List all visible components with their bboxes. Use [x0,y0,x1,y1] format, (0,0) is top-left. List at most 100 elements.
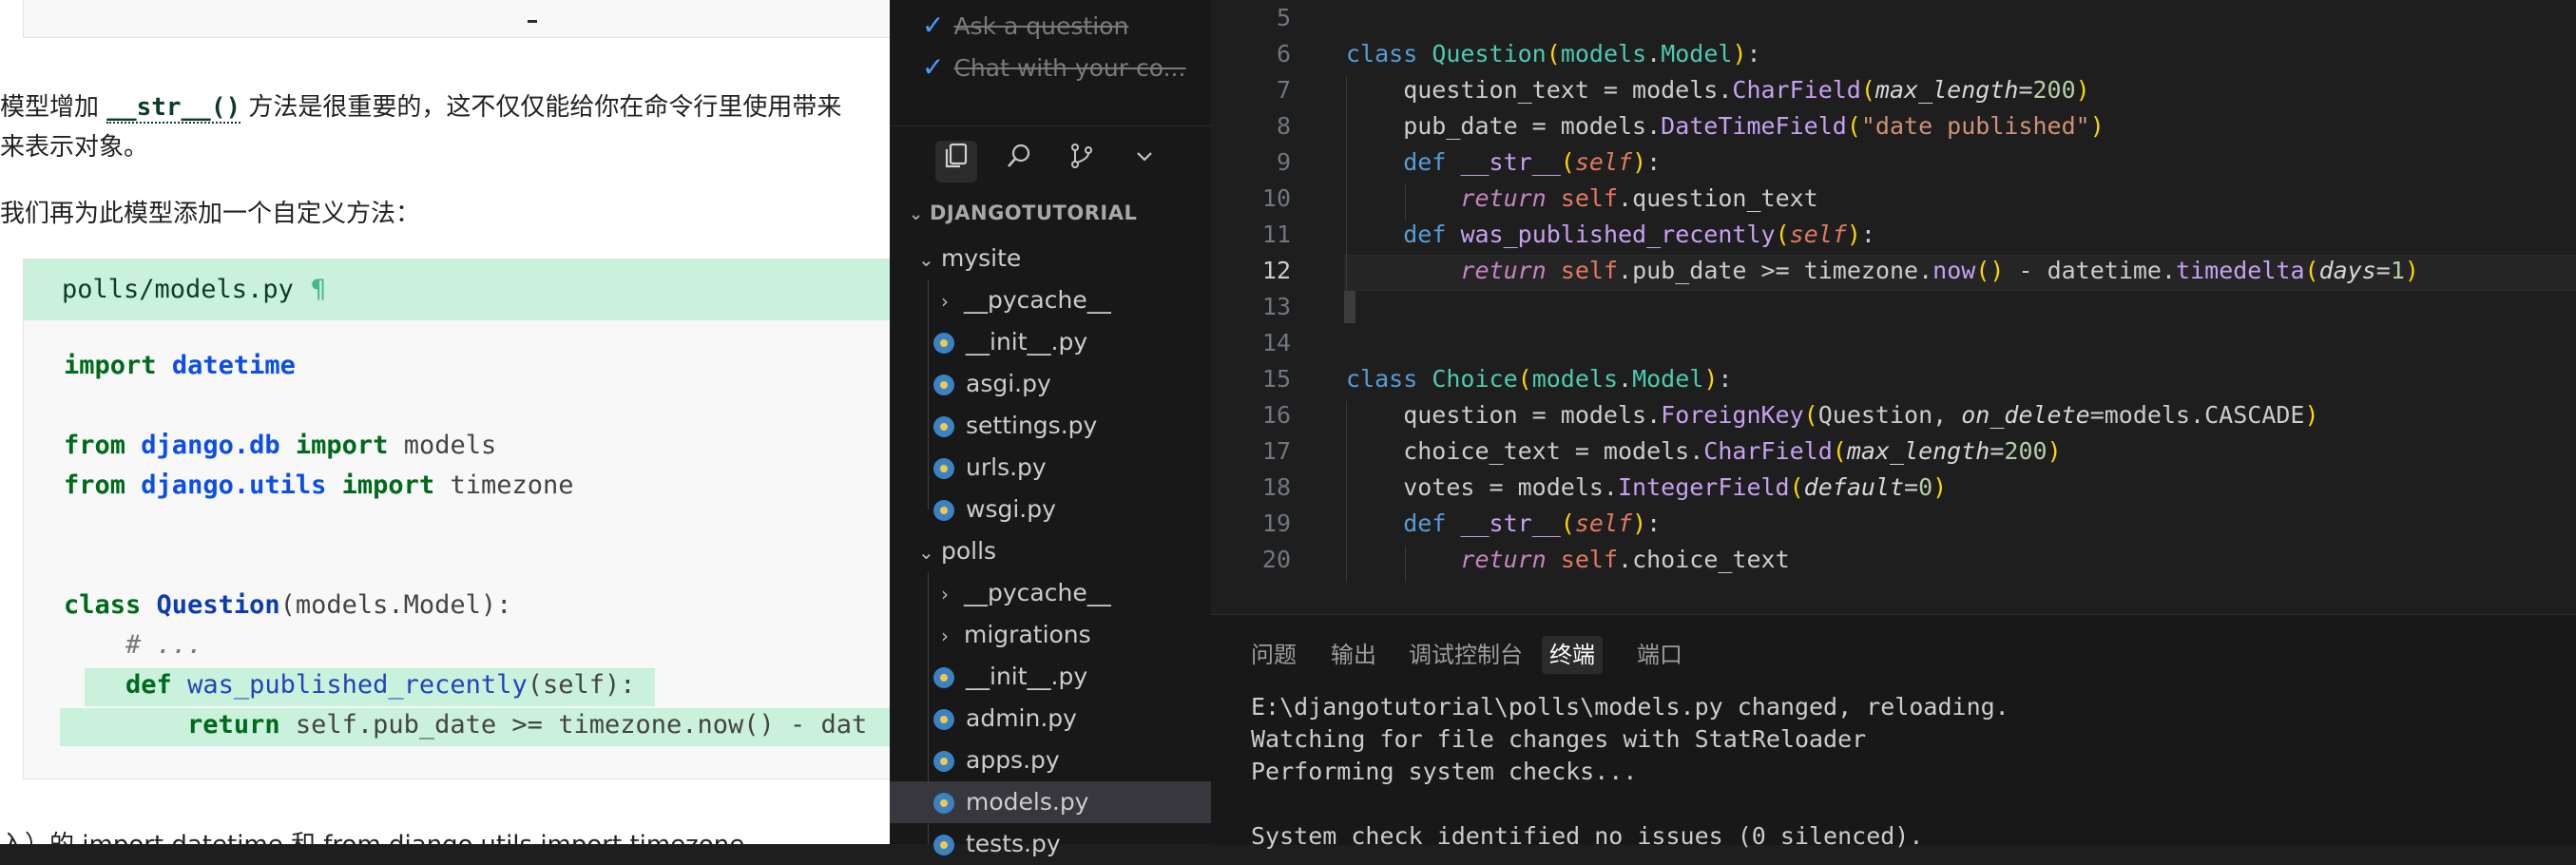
line-number: 10 [1261,184,1291,212]
tree-file[interactable]: apps.py [890,740,1255,781]
tree-file[interactable]: urls.py [890,447,1255,489]
code-line: from django.db import models [64,431,497,460]
line-number-current: 12 [1261,257,1291,284]
terminal-line: Performing system checks... [1251,758,1638,785]
line-number: 19 [1261,509,1291,537]
tab-terminal[interactable]: 终端 [1542,636,1603,674]
paragraph-custom-method: 我们再为此模型添加一个自定义方法： [0,200,421,228]
para1-text-before: 模型增加 [0,93,107,122]
code-example-box: polls/models.py ¶ import datetime from dj… [23,259,890,779]
chevron-right-icon: › [941,625,949,647]
code-line: class Question(models.Model): [1346,40,1761,67]
terminal-line: Watching for file changes with StatReloa… [1251,725,1867,753]
todo-item[interactable]: ✓ Chat with your co... [922,51,1185,83]
code-line: def __str__(self): [1403,509,1662,537]
tree-file[interactable]: wsgi.py [890,489,1255,530]
tree-file[interactable]: asgi.py [890,363,1255,405]
explorer-icon[interactable] [935,141,977,183]
todo-item[interactable]: ✓ Ask a question [922,10,1128,41]
line-number: 9 [1276,148,1291,176]
code-line: return self.choice_text [1460,546,1790,573]
code-line: return self.question_text [1460,184,1818,212]
code-line: def was_published_recently(self): [125,670,636,700]
tree-folder-pycache[interactable]: › __pycache__ [890,279,1262,321]
tree-file-selected[interactable]: models.py [890,781,1255,823]
chevron-down-icon: ⌄ [918,248,934,271]
code-fragment [528,20,537,23]
line-number: 11 [1261,221,1291,248]
code-filename-header: polls/models.py ¶ [24,260,890,320]
line-number: 18 [1261,473,1291,501]
line-number: 8 [1276,112,1291,140]
tree-file[interactable]: admin.py [890,698,1255,740]
python-file-icon [933,667,954,688]
python-file-icon [933,835,954,855]
source-control-icon[interactable] [1061,141,1103,183]
code-line: def was_published_recently(self): [1403,221,1875,248]
chevron-down-icon: ⌄ [918,541,934,564]
divider [890,125,1211,126]
tree-folder-migrations[interactable]: › migrations [890,614,1262,656]
python-file-icon [933,793,954,814]
bottom-panel: 问题 输出 调试控制台 终端 端口 E:\djangotutorial\poll… [1211,614,2576,850]
previous-code-box [23,0,890,38]
code-line: return self.pub_date >= timezone.now() -… [187,710,868,740]
terminal-line: System check identified no issues (0 sil… [1251,822,1924,850]
code-line: def __str__(self): [1403,148,1662,176]
explorer-sidebar: ✓ Ask a question ✓ Chat with your co... ⌄ D… [890,0,1255,857]
python-file-icon [933,333,954,354]
code-editor[interactable]: 5 6 7 8 9 10 11 12 13 14 15 16 17 18 19 … [1211,0,2576,614]
tree-file[interactable]: __init__.py [890,321,1255,363]
tree-folder-polls[interactable]: ⌄ polls [890,530,1240,572]
code-line: choice_text = models.CharField(max_lengt… [1346,437,2062,465]
check-icon: ✓ [922,51,945,83]
terminal-line: E:\djangotutorial\polls\models.py change… [1251,693,2009,721]
python-file-icon [933,500,954,521]
paragraph-imports-note: 入）的 import datetime 和 from django.utils … [0,825,744,844]
line-number: 14 [1261,329,1291,356]
code-line: class Question(models.Model): [64,590,512,620]
python-file-icon [933,416,954,437]
search-icon[interactable] [998,141,1040,183]
line-number: 16 [1261,401,1291,429]
python-file-icon [933,458,954,479]
line-number: 20 [1261,546,1291,573]
permalink-pilcrow[interactable]: ¶ [311,275,326,304]
code-filename: polls/models.py [62,275,294,304]
tab-problems[interactable]: 问题 [1243,636,1304,674]
paragraph-str-method: 模型增加 __str__() 方法是很重要的，这不仅仅能给你在命令行里使用带来 [0,87,842,124]
tree-file[interactable]: settings.py [890,405,1255,447]
chevron-right-icon: › [941,290,949,313]
explorer-section-title[interactable]: ⌄ DJANGOTUTORIAL [909,202,1137,224]
line-number: 5 [1276,4,1291,31]
python-file-icon [933,375,954,395]
line-number: 17 [1261,437,1291,465]
chevron-down-icon: ⌄ [909,204,924,224]
check-icon: ✓ [922,10,945,41]
str-method-link[interactable]: __str__() [106,93,241,124]
tab-debug-console[interactable]: 调试控制台 [1401,636,1530,674]
tree-file[interactable]: tests.py [890,823,1255,865]
tree-folder-mysite[interactable]: ⌄ mysite [890,238,1240,279]
code-line: import datetime [64,351,296,380]
paragraph-str-method-line2: 来表示对象。 [0,133,149,162]
code-comment: # ... [64,630,203,660]
tab-output[interactable]: 输出 [1323,636,1384,674]
chevron-down-icon[interactable] [1124,141,1165,183]
para1-text-after: 方法是很重要的，这不仅仅能给你在命令行里使用带来 [240,93,842,122]
code-line-current: return self.pub_date >= timezone.now() -… [1460,257,2419,284]
chevron-right-icon: › [941,583,949,606]
code-line: question = models.ForeignKey(Question, o… [1346,401,2319,429]
python-file-icon [933,709,954,730]
documentation-pane: 模型增加 __str__() 方法是很重要的，这不仅仅能给你在命令行里使用带来 … [0,0,890,844]
code-line: pub_date = models.DateTimeField("date pu… [1346,112,2105,140]
code-line: votes = models.IntegerField(default=0) [1346,473,1948,501]
tab-ports[interactable]: 端口 [1629,636,1690,674]
code-line: question_text = models.CharField(max_len… [1346,76,2090,104]
tree-file[interactable]: __init__.py [890,656,1255,698]
code-line: from django.utils import timezone [64,471,574,500]
tree-folder-pycache[interactable]: › __pycache__ [890,572,1262,614]
line-number: 13 [1261,293,1291,320]
code-line: class Choice(models.Model): [1346,365,1733,393]
line-number: 15 [1261,365,1291,393]
